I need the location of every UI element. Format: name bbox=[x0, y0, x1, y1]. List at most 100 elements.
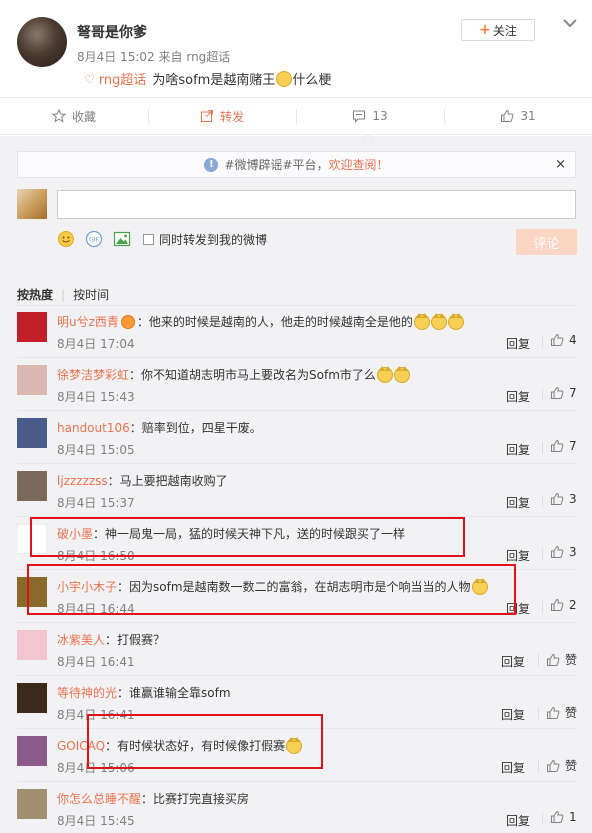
composer-tools: GIF 同时转发到我的微博 bbox=[57, 229, 267, 249]
notice-link[interactable]: 欢迎查阅！ bbox=[329, 156, 389, 173]
highlight-box bbox=[87, 714, 323, 769]
post-source[interactable]: rng超话 bbox=[186, 50, 230, 64]
follow-button[interactable]: + 关注 bbox=[461, 19, 535, 41]
comment-time: 8月4日 16:41 bbox=[57, 655, 135, 669]
comment-like-button[interactable]: 7 bbox=[550, 439, 577, 453]
comment-like-button[interactable]: 2 bbox=[550, 598, 577, 612]
comment-text: handout106 ：赔率到位，四星干废。 bbox=[57, 419, 262, 436]
commenter-avatar[interactable] bbox=[17, 683, 47, 713]
action-separator bbox=[542, 336, 543, 348]
action-separator bbox=[542, 601, 543, 613]
comment-like-button[interactable]: 1 bbox=[550, 810, 577, 824]
thumb-up-icon bbox=[551, 545, 564, 558]
commenter-avatar[interactable] bbox=[17, 365, 47, 395]
close-icon[interactable]: × bbox=[555, 157, 566, 172]
comment-time: 8月4日 15:37 bbox=[57, 496, 135, 510]
comment-like-count: 3 bbox=[569, 545, 577, 559]
commenter-name[interactable]: 你怎么总睡不醒 bbox=[57, 790, 141, 807]
commenter-avatar[interactable] bbox=[17, 630, 47, 660]
emoji-icon[interactable] bbox=[57, 230, 75, 248]
follow-label: 关注 bbox=[492, 23, 517, 38]
comment-like-button[interactable]: 3 bbox=[550, 545, 577, 559]
commenter-name[interactable]: 明u兮z西青 bbox=[57, 313, 119, 330]
action-separator bbox=[542, 495, 543, 507]
star-icon bbox=[51, 109, 66, 123]
thumb-up-icon bbox=[547, 706, 560, 719]
reply-button[interactable]: 回复 bbox=[501, 653, 525, 670]
favorite-button[interactable]: 收藏 bbox=[0, 98, 148, 134]
commenter-name[interactable]: ljzzzzzss bbox=[57, 474, 108, 488]
comment-like-count: 赞 bbox=[565, 653, 578, 667]
submit-comment-button[interactable]: 评论 bbox=[516, 229, 577, 255]
forward-button[interactable]: 转发 bbox=[148, 98, 296, 134]
sort-separator: | bbox=[61, 287, 66, 302]
commenter-avatar[interactable] bbox=[17, 312, 47, 342]
action-separator bbox=[542, 442, 543, 454]
repost-checkbox[interactable] bbox=[143, 233, 154, 245]
comment-text: ljzzzzzss ：马上要把越南收购了 bbox=[57, 472, 228, 489]
comment-like-button[interactable]: 赞 bbox=[546, 651, 577, 668]
commenter-avatar[interactable] bbox=[17, 418, 47, 448]
reply-button[interactable]: 回复 bbox=[506, 494, 530, 511]
forward-label: 转发 bbox=[219, 109, 244, 124]
commenter-name[interactable]: handout106 bbox=[57, 421, 130, 435]
cat-emoji-icon bbox=[393, 365, 410, 383]
reply-button[interactable]: 回复 bbox=[501, 706, 525, 723]
commenter-avatar[interactable] bbox=[17, 736, 47, 766]
comment-input[interactable] bbox=[57, 190, 576, 219]
comment-like-count: 赞 bbox=[565, 759, 578, 773]
cat-emoji-icon bbox=[376, 365, 393, 383]
thumb-up-icon bbox=[551, 598, 564, 611]
thumb-up-icon bbox=[551, 439, 564, 452]
reply-button[interactable]: 回复 bbox=[506, 388, 530, 405]
author-avatar[interactable] bbox=[17, 17, 67, 67]
chevron-down-icon[interactable] bbox=[561, 14, 579, 32]
commenter-name[interactable]: 徐梦洁梦彩虹 bbox=[57, 366, 129, 383]
commenter-avatar[interactable] bbox=[17, 471, 47, 501]
comment-divider bbox=[17, 357, 576, 358]
sort-by-hot[interactable]: 按热度 bbox=[17, 286, 53, 303]
author-name[interactable]: 弩哥是你爹 bbox=[77, 22, 147, 42]
comment-time: 8月4日 15:05 bbox=[57, 443, 135, 457]
post-date[interactable]: 8月4日 15:02 bbox=[77, 50, 155, 64]
comment-like-button[interactable]: 3 bbox=[550, 492, 577, 506]
reply-button[interactable]: 回复 bbox=[506, 335, 530, 352]
reply-button[interactable]: 回复 bbox=[506, 547, 530, 564]
comment-button[interactable]: 13 bbox=[296, 98, 444, 134]
sort-tabs: 按热度 | 按时间 bbox=[17, 286, 109, 303]
comment-like-button[interactable]: 7 bbox=[550, 386, 577, 400]
like-button[interactable]: 31 bbox=[444, 98, 592, 134]
comment-body: ：你不知道胡志明市马上要改名为Sofm市了么 bbox=[129, 368, 376, 382]
forward-icon bbox=[200, 110, 213, 122]
post-text: ♡ rng超话 为啥sofm是越南赌王 什么梗 bbox=[84, 69, 331, 88]
comment-divider bbox=[17, 463, 576, 464]
comment-like-count: 2 bbox=[569, 598, 577, 612]
sort-by-time[interactable]: 按时间 bbox=[73, 286, 109, 303]
thumb-up-icon bbox=[551, 333, 564, 346]
commenter-name[interactable]: 等待神的光 bbox=[57, 684, 117, 701]
action-separator bbox=[538, 654, 539, 666]
laugh-emoji-icon bbox=[276, 70, 293, 87]
comment-like-count: 4 bbox=[569, 333, 577, 347]
highlight-box bbox=[30, 517, 465, 557]
comment-like-button[interactable]: 赞 bbox=[546, 757, 577, 774]
comment-like-count: 7 bbox=[569, 386, 577, 400]
comment-like-count: 1 bbox=[569, 810, 577, 824]
reply-button[interactable]: 回复 bbox=[501, 759, 525, 776]
highlight-box bbox=[27, 564, 516, 615]
comment-item: 明u兮z西青 ：他来的时候是越南的人，他走的时候越南全是他的 8月4日 17:04 回… bbox=[17, 312, 577, 365]
gif-icon[interactable]: GIF bbox=[85, 230, 103, 248]
comment-body: ：他来的时候是越南的人，他走的时候越南全是他的 bbox=[136, 315, 413, 329]
cat-emoji-icon bbox=[413, 312, 430, 330]
comment-like-button[interactable]: 4 bbox=[550, 333, 577, 347]
reply-button[interactable]: 回复 bbox=[506, 441, 530, 458]
reply-button[interactable]: 回复 bbox=[506, 812, 530, 829]
topic-link[interactable]: rng超话 bbox=[99, 69, 147, 88]
image-icon[interactable] bbox=[113, 230, 131, 248]
comment-like-button[interactable]: 赞 bbox=[546, 704, 577, 721]
info-icon: ! bbox=[204, 157, 219, 172]
commenter-avatar[interactable] bbox=[17, 789, 47, 819]
commenter-name[interactable]: 冰紫美人 bbox=[57, 631, 105, 648]
plus-icon: + bbox=[479, 22, 491, 38]
svg-text:GIF: GIF bbox=[89, 237, 99, 244]
